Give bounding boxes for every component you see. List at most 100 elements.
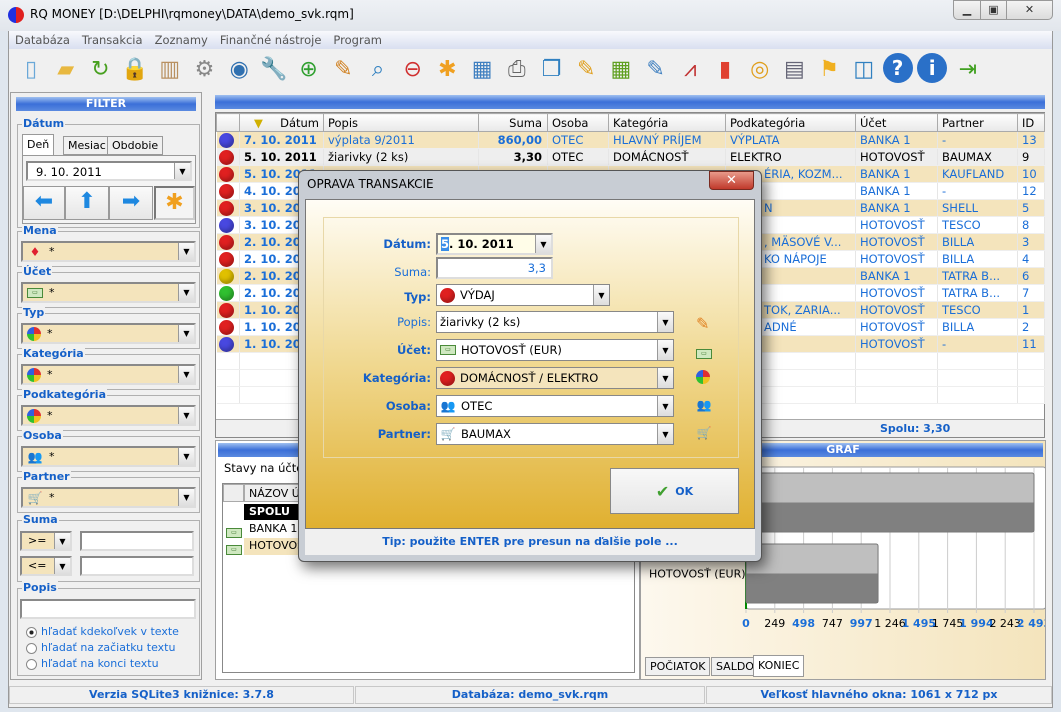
- mena-filter-select[interactable]: ♦ * ▼: [21, 241, 196, 262]
- chevron-down-icon[interactable]: ▼: [535, 235, 551, 253]
- suma-max-operator[interactable]: <= ▼: [20, 556, 72, 576]
- column-header-4[interactable]: Kategória: [608, 113, 726, 132]
- menu-transakcia[interactable]: Transakcia: [76, 31, 149, 49]
- money-icon[interactable]: ▭: [696, 345, 712, 359]
- eye-icon[interactable]: ◉: [223, 53, 255, 85]
- column-header-3[interactable]: Osoba: [547, 113, 609, 132]
- kategoria-filter-select[interactable]: * ▼: [21, 364, 196, 385]
- account-row-banka[interactable]: BANKA 1: [249, 522, 297, 535]
- edit-record-icon[interactable]: ✎: [327, 53, 359, 85]
- osoba-filter-select[interactable]: 👥 * ▼: [21, 446, 196, 467]
- typ-select[interactable]: VÝDAJ ▼: [436, 284, 610, 306]
- book-icon[interactable]: ▥: [154, 53, 186, 85]
- table-row[interactable]: 5. 10. 2011 žiarivky (2 ks) 3,30 OTEC DOMÁCN…: [216, 148, 1045, 166]
- chevron-down-icon[interactable]: ▼: [178, 325, 194, 342]
- chevron-down-icon[interactable]: ▼: [657, 340, 673, 360]
- tab-pociatok[interactable]: POČIATOK: [645, 657, 711, 676]
- osoba-select[interactable]: 👥 OTEC ▼: [436, 395, 674, 417]
- podkategoria-filter-select[interactable]: * ▼: [21, 405, 196, 426]
- chevron-down-icon[interactable]: ▼: [178, 366, 194, 383]
- edit-note-icon[interactable]: ✎: [640, 53, 672, 85]
- kategoria-select[interactable]: DOMÁCNOSŤ / ELEKTRO ▼: [436, 367, 674, 389]
- tab-mesiac[interactable]: Mesiac: [63, 136, 111, 155]
- ucet-select[interactable]: ▭ HOTOVOSŤ (EUR) ▼: [436, 339, 674, 361]
- chevron-down-icon[interactable]: ▼: [178, 448, 194, 465]
- column-header-5[interactable]: Podkategória: [725, 113, 856, 132]
- table-row[interactable]: 7. 10. 2011 výplata 9/2011 860,00 OTEC HLAVN…: [216, 131, 1045, 149]
- suma-min-operator[interactable]: >= ▼: [20, 531, 72, 551]
- prev-day-button[interactable]: ⬅: [23, 186, 65, 220]
- menu-program[interactable]: Program: [327, 31, 388, 49]
- calculator-icon[interactable]: ▤: [778, 53, 810, 85]
- bar-chart-icon[interactable]: ▮: [709, 53, 741, 85]
- windows-icon[interactable]: ❐: [536, 53, 568, 85]
- find-record-icon[interactable]: ⌕: [362, 53, 394, 85]
- chevron-down-icon[interactable]: ▼: [54, 533, 70, 549]
- people-icon[interactable]: 👥: [696, 398, 712, 412]
- flag-icon[interactable]: ⚑: [813, 53, 845, 85]
- date-picker[interactable]: 9. 10. 2011 ▼: [26, 161, 192, 181]
- layout-icon[interactable]: ◫: [848, 53, 880, 85]
- edit-table-icon[interactable]: ✎: [570, 53, 602, 85]
- column-header-7[interactable]: Partner: [937, 113, 1018, 132]
- column-header-8[interactable]: ID: [1017, 113, 1045, 132]
- gear-icon[interactable]: ⚙: [189, 53, 221, 85]
- chevron-down-icon[interactable]: ▼: [657, 424, 673, 444]
- info-icon[interactable]: i: [917, 53, 948, 83]
- refresh-icon[interactable]: ↻: [84, 53, 116, 85]
- chevron-down-icon[interactable]: ▼: [178, 489, 194, 506]
- asterisk-icon[interactable]: ✱: [431, 53, 463, 85]
- partner-filter-select[interactable]: 🛒 * ▼: [21, 487, 196, 508]
- cart-icon[interactable]: 🛒: [696, 426, 712, 440]
- menu-financne-nastroje[interactable]: Finančné nástroje: [214, 31, 328, 49]
- table-icon[interactable]: ▦: [466, 53, 498, 85]
- chevron-down-icon[interactable]: ▼: [178, 407, 194, 424]
- ucet-filter-select[interactable]: ▭ * ▼: [21, 282, 196, 303]
- tab-obdobie[interactable]: Obdobie: [107, 136, 164, 155]
- help-icon[interactable]: ?: [882, 53, 913, 83]
- printer-icon[interactable]: ⎙: [501, 53, 533, 85]
- popis-combo[interactable]: žiarivky (2 ks) ▼: [436, 311, 674, 333]
- chevron-down-icon[interactable]: ▼: [178, 284, 194, 301]
- suma-input[interactable]: 3,3: [436, 257, 553, 279]
- column-header-1[interactable]: Popis: [323, 113, 479, 132]
- next-day-button[interactable]: ➡: [109, 186, 153, 220]
- tab-saldo[interactable]: SALDO: [711, 657, 759, 676]
- maximize-button[interactable]: ▣: [980, 0, 1007, 20]
- tab-koniec[interactable]: KONIEC: [753, 655, 805, 677]
- chevron-down-icon[interactable]: ▼: [657, 312, 673, 332]
- wrench-icon[interactable]: 🔧: [258, 53, 290, 85]
- radio-end[interactable]: hľadať na konci textu: [26, 656, 179, 672]
- chevron-down-icon[interactable]: ▼: [657, 368, 673, 388]
- calendar-icon[interactable]: ▦: [605, 53, 637, 85]
- column-header-6[interactable]: Účet: [855, 113, 938, 132]
- datum-picker[interactable]: 5. 10. 2011 ▼: [436, 233, 553, 255]
- minimize-button[interactable]: ▁: [953, 0, 981, 20]
- pencil-icon[interactable]: ✎: [696, 314, 709, 333]
- new-file-icon[interactable]: ▯: [15, 53, 47, 85]
- exit-door-icon[interactable]: ⇥: [952, 53, 984, 85]
- popis-input[interactable]: [20, 599, 196, 619]
- ok-button[interactable]: ✔ OK: [610, 468, 739, 514]
- dialog-close-button[interactable]: ✕: [709, 171, 754, 190]
- suma-min-input[interactable]: [80, 531, 194, 551]
- tab-den[interactable]: Deň: [22, 134, 55, 156]
- close-window-button[interactable]: ✕: [1006, 0, 1053, 20]
- suma-max-input[interactable]: [80, 556, 194, 576]
- chevron-down-icon[interactable]: ▼: [54, 558, 70, 574]
- add-record-icon[interactable]: ⊕: [293, 53, 325, 85]
- radio-anywhere[interactable]: hľadať kdekoľvek v texte: [26, 624, 179, 640]
- open-folder-icon[interactable]: ▰: [50, 53, 82, 85]
- typ-filter-select[interactable]: * ▼: [21, 323, 196, 344]
- chevron-down-icon[interactable]: ▼: [593, 285, 609, 305]
- chevron-down-icon[interactable]: ▼: [178, 243, 194, 260]
- coins-icon[interactable]: ◎: [744, 53, 776, 85]
- column-header-2[interactable]: Suma: [478, 113, 548, 132]
- line-chart-icon[interactable]: ⩘: [674, 53, 706, 85]
- today-button[interactable]: ⬆: [65, 186, 109, 220]
- radio-start[interactable]: hľadať na začiatku textu: [26, 640, 179, 656]
- pie-icon[interactable]: [696, 370, 710, 387]
- menu-databaza[interactable]: Databáza: [9, 31, 76, 49]
- chevron-down-icon[interactable]: ▼: [174, 163, 190, 179]
- column-header-0[interactable]: ▼ Dátum: [239, 113, 324, 132]
